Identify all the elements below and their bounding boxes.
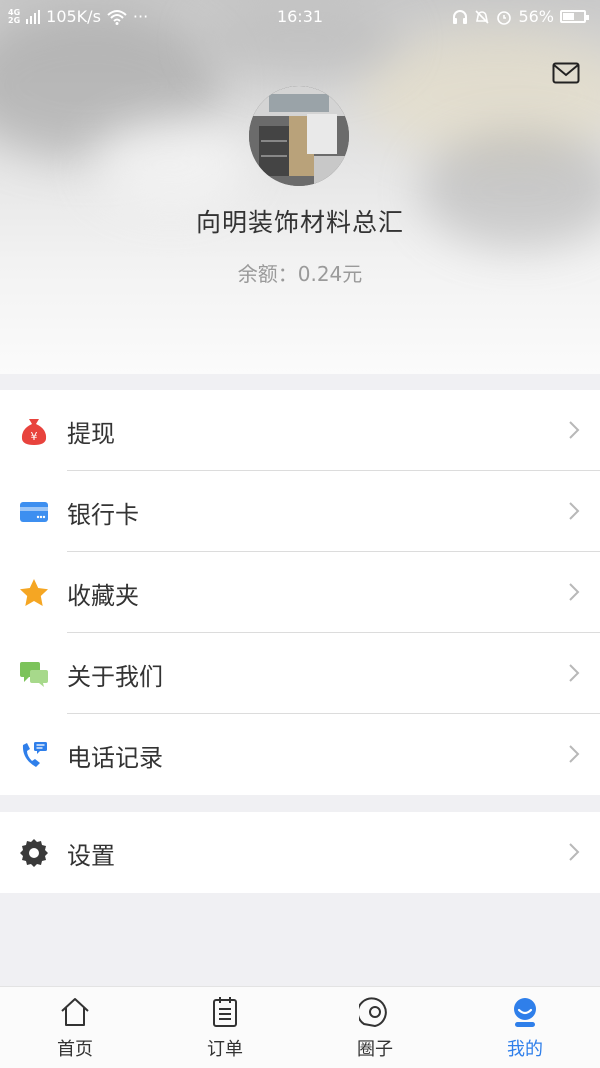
circle-icon	[359, 997, 387, 1028]
menu-item-about-us[interactable]: 关于我们	[0, 633, 600, 714]
money-bag-icon: ¥	[21, 419, 47, 445]
tab-label: 订单	[207, 1039, 243, 1060]
chevron-right-icon	[569, 843, 580, 861]
battery-percent: 56%	[518, 7, 554, 26]
bank-card-icon	[20, 502, 48, 522]
menu-item-label: 银行卡	[67, 501, 139, 529]
battery-icon	[560, 10, 589, 23]
menu-item-call-log[interactable]: 电话记录	[0, 714, 600, 795]
menu-item-label: 提现	[67, 420, 115, 448]
phone-log-icon	[22, 742, 47, 767]
menu-item-label: 关于我们	[67, 663, 163, 691]
alarm-icon	[497, 10, 512, 25]
avatar[interactable]	[249, 86, 349, 186]
menu-group-main: ¥ 提现 银行卡 收藏夹 关于我们 电话记录	[0, 390, 600, 795]
tab-label: 我的	[507, 1039, 543, 1060]
balance: 余额：0.24元	[0, 258, 600, 287]
message-icon[interactable]	[552, 62, 580, 84]
bottom-tab-bar: 首页 订单 圈子 我的	[0, 986, 600, 1068]
chevron-right-icon	[569, 745, 580, 763]
menu-item-bank-card[interactable]: 银行卡	[0, 471, 600, 552]
tab-label: 首页	[57, 1039, 93, 1060]
order-list-icon	[213, 997, 237, 1027]
gear-icon	[20, 839, 48, 867]
chevron-right-icon	[569, 664, 580, 682]
profile-header: 4G 2G 105K/s ··· 16:31 56% 向明装饰材料总汇 余额：0…	[0, 0, 600, 374]
tab-orders[interactable]: 订单	[150, 987, 300, 1068]
profile-icon	[514, 998, 536, 1027]
balance-label: 余额：	[237, 262, 298, 286]
menu-item-label: 收藏夹	[67, 582, 139, 610]
svg-text:¥: ¥	[31, 430, 38, 443]
chevron-right-icon	[569, 502, 580, 520]
tab-circle[interactable]: 圈子	[300, 987, 450, 1068]
user-name: 向明装饰材料总汇	[195, 208, 404, 237]
headset-icon	[453, 9, 468, 24]
menu-group-settings: 设置	[0, 812, 600, 893]
balance-value: 0.24元	[297, 262, 363, 286]
chat-bubbles-icon	[20, 662, 48, 687]
silent-bell-icon	[475, 9, 490, 24]
tab-mine[interactable]: 我的	[450, 987, 600, 1068]
tab-home[interactable]: 首页	[0, 987, 150, 1068]
star-icon	[20, 579, 48, 606]
chevron-right-icon	[569, 421, 580, 439]
menu-item-favorites[interactable]: 收藏夹	[0, 552, 600, 633]
menu-item-label: 设置	[67, 842, 115, 870]
tab-label: 圈子	[357, 1039, 393, 1060]
menu-item-settings[interactable]: 设置	[0, 812, 600, 893]
status-bar: 4G 2G 105K/s ··· 16:31 56%	[0, 0, 600, 34]
menu-item-withdraw[interactable]: ¥ 提现	[0, 390, 600, 471]
chevron-right-icon	[569, 583, 580, 601]
menu-item-label: 电话记录	[67, 744, 163, 772]
home-icon	[61, 998, 89, 1026]
